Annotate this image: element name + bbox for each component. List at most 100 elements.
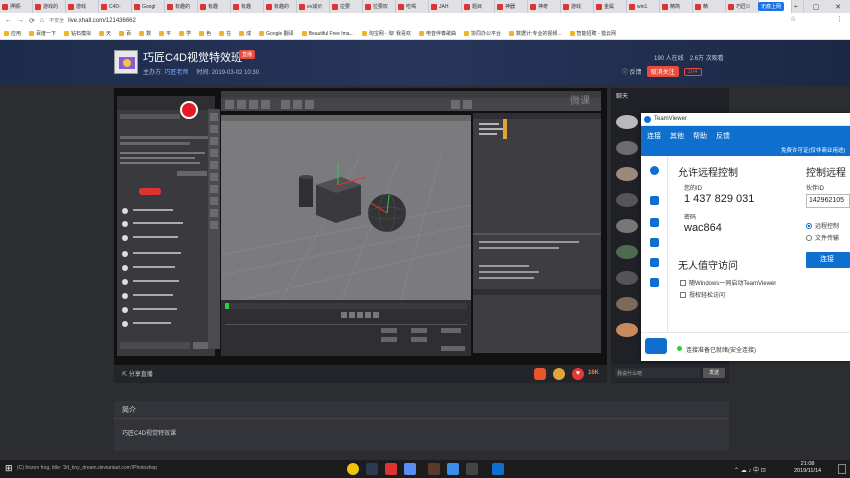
easy-access-option[interactable]: 授权轻松访问 — [680, 290, 725, 299]
browser-tab[interactable]: 题目 — [462, 0, 495, 13]
tv-menu-connect[interactable]: 连接 — [647, 131, 661, 141]
bookmark-item[interactable]: 平 — [159, 30, 171, 37]
bookmark-item[interactable]: 数据计:专业的视频... — [508, 30, 562, 37]
browser-tab[interactable]: 有趣的 — [264, 0, 297, 13]
gift-icon[interactable] — [534, 368, 546, 380]
account-icon[interactable] — [650, 166, 659, 175]
bookmark-item[interactable]: Beautiful Free Ima... — [301, 31, 354, 37]
feedback-button[interactable]: ⓘ 反馈 — [622, 67, 642, 76]
back-icon[interactable]: ← — [5, 17, 12, 24]
partner-id-input[interactable]: 142962105 — [806, 194, 850, 208]
minimize-button[interactable]: ‒ — [788, 0, 804, 13]
coin-icon[interactable] — [553, 368, 565, 380]
browser-tab[interactable]: 拉要叹 — [363, 0, 396, 13]
bookmark-item[interactable]: 淘宝网 - 淘! 我喜欢 — [361, 30, 411, 37]
browser-tab[interactable]: win1 — [627, 0, 660, 13]
notification-icon[interactable] — [838, 464, 846, 474]
menu-icon[interactable]: ⋮ — [836, 15, 843, 23]
bookmark-item[interactable]: Google 翻译 — [259, 30, 294, 37]
send-button[interactable]: 发送 — [703, 368, 725, 378]
start-icon[interactable]: ⊞ — [5, 464, 14, 473]
browser-tab[interactable]: ev减价 — [297, 0, 330, 13]
profile-icon[interactable]: ☺ — [740, 0, 756, 13]
bookmark-item[interactable]: 百 — [119, 30, 131, 37]
start-with-windows-checkbox[interactable] — [680, 279, 686, 286]
close-window-button[interactable]: ✕ — [830, 0, 846, 13]
remote-control-icon[interactable] — [650, 196, 659, 205]
url-field[interactable]: 不安全 live.xhall.com/121436662 — [49, 17, 136, 25]
remote-control-radio[interactable] — [806, 222, 812, 229]
tv-menu-help[interactable]: 帮助 — [693, 131, 707, 141]
bookmark-item[interactable]: 协同办公平台 — [463, 30, 501, 37]
browser-tab[interactable]: 有趣 — [198, 0, 231, 13]
browser-tab[interactable]: 拉要 — [330, 0, 363, 13]
bookmark-icon — [569, 31, 575, 36]
browser-tab[interactable]: 精 — [693, 0, 726, 13]
augmented-reality-icon[interactable] — [650, 278, 659, 287]
url-text[interactable]: live.xhall.com/121436662 — [68, 18, 136, 24]
browser-tab[interactable]: 神器 — [495, 0, 528, 13]
anchor-link[interactable]: 巧匠老师 — [164, 70, 188, 76]
browser-tab[interactable]: C4D- — [99, 0, 132, 13]
bookmark-item[interactable]: 百度一下 — [29, 30, 56, 37]
taskbar-clock[interactable]: 21:08 2019/11/14 — [794, 461, 821, 475]
bookmark-icon — [4, 31, 9, 36]
easy-access-checkbox[interactable] — [680, 291, 686, 298]
forward-icon[interactable]: → — [17, 17, 24, 24]
chrome-icon[interactable] — [347, 463, 359, 475]
follow-button[interactable]: 取消关注 — [646, 66, 679, 77]
game-icon[interactable] — [428, 463, 440, 475]
bookmark-item[interactable]: 在 — [219, 30, 231, 37]
netease-music-icon[interactable] — [385, 463, 397, 475]
meeting-icon[interactable] — [650, 218, 659, 227]
start-with-windows-option[interactable]: 随Windows一同启动TeamViewer — [680, 278, 776, 287]
chat-input[interactable]: 我说什么吧 — [615, 368, 700, 378]
cloud-icon[interactable] — [404, 463, 416, 475]
browser-tab[interactable]: Googl — [132, 0, 165, 13]
tab-title: 游戏 — [76, 4, 87, 10]
maximize-button[interactable]: ▢ — [808, 0, 824, 13]
profile-badge[interactable]: 无痕上网 — [758, 2, 785, 11]
heart-icon[interactable]: ♥ — [572, 368, 584, 380]
chat-avatar — [616, 115, 638, 129]
bookmark-item[interactable]: 天 — [99, 30, 111, 37]
browser-tab[interactable]: 吃喝 — [396, 0, 429, 13]
file-transfer-option[interactable]: 文件传输 — [806, 233, 839, 242]
bookmark-item[interactable]: 智能招聘 - 猎云网 — [569, 30, 616, 37]
bookmark-item[interactable]: 色 — [199, 30, 211, 37]
browser-tab[interactable]: 精简 — [660, 0, 693, 13]
browser-tab[interactable]: 金属 — [594, 0, 627, 13]
browser-tab[interactable]: 有趣 — [231, 0, 264, 13]
browser-tab[interactable]: JAH — [429, 0, 462, 13]
browser-tab[interactable]: 游戏 — [66, 0, 99, 13]
browser-tab[interactable]: 有趣的 — [165, 0, 198, 13]
home-icon[interactable]: ⌂ — [40, 17, 44, 24]
teamviewer-taskbar-icon[interactable] — [492, 463, 504, 475]
chat-icon[interactable] — [650, 258, 659, 267]
tab-title: 有趣 — [241, 4, 252, 10]
connect-button[interactable]: 连接 — [806, 252, 850, 268]
tray-icons[interactable]: ⌃ ☁ ♪ 中 ⊡ — [734, 465, 766, 474]
reload-icon[interactable]: ⟳ — [29, 17, 35, 25]
tv-menu-feedback[interactable]: 反馈 — [716, 131, 730, 141]
bookmark-item[interactable]: 应用 — [4, 30, 21, 37]
bookmark-item[interactable]: 学 — [179, 30, 191, 37]
file-transfer-radio[interactable] — [806, 234, 812, 241]
share-button[interactable]: ⇱ 分享直播 — [122, 369, 153, 378]
steam-icon[interactable] — [366, 463, 378, 475]
bookmark-item[interactable]: 成 — [239, 30, 251, 37]
bookmark-item[interactable]: 电音伴奏歌曲 — [418, 30, 456, 37]
browser-tab[interactable]: 押顺- — [0, 0, 33, 13]
browser-tab[interactable]: 游戏的 — [33, 0, 66, 13]
tv-menu-other[interactable]: 其他 — [670, 131, 684, 141]
browser-tab[interactable]: 神奇 — [528, 0, 561, 13]
security-indicator[interactable]: 不安全 — [49, 17, 64, 24]
star-icon[interactable]: ☆ — [790, 15, 796, 23]
bookmark-item[interactable]: 数 — [139, 30, 151, 37]
explorer-icon[interactable] — [466, 463, 478, 475]
browser-tab[interactable]: 游戏 — [561, 0, 594, 13]
remote-control-option[interactable]: 远程控制 — [806, 221, 839, 230]
contacts-icon[interactable] — [650, 238, 659, 247]
bookmark-item[interactable]: 钻石模拟 — [64, 30, 91, 37]
qq-icon[interactable] — [447, 463, 459, 475]
